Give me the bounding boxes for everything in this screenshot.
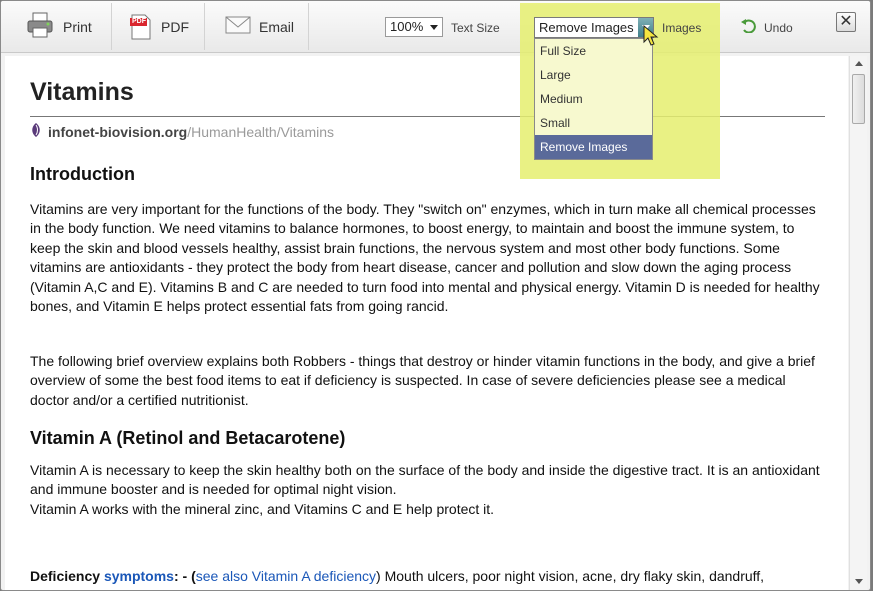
chevron-down-icon [430, 25, 438, 30]
printer-icon [25, 10, 55, 43]
vitamin-a-line-1: Vitamin A is necessary to keep the skin … [30, 462, 820, 498]
intro-paragraph-1: Vitamins are very important for the func… [30, 201, 820, 315]
print-label: Print [63, 18, 92, 35]
pdf-label: PDF [161, 18, 189, 35]
vitamin-a-paragraph: Vitamin A is necessary to keep the skin … [30, 461, 825, 519]
vitamin-a-line-2: Vitamin A works with the mineral zinc, a… [30, 500, 495, 517]
source-path: /HumanHealth/Vitamins [187, 123, 335, 140]
zoom-select[interactable]: 100% [385, 17, 443, 37]
email-label: Email [259, 18, 295, 35]
mouse-cursor-icon [643, 24, 659, 52]
deficiency-label: Deficiency [30, 568, 101, 584]
deficiency-separator: : - ( [173, 568, 196, 584]
images-label: Images [662, 21, 702, 35]
print-preview-window: Print PDF PDF Email 100% Text Size Undo … [0, 0, 871, 591]
print-button[interactable]: Print [17, 1, 113, 52]
option-small[interactable]: Small [535, 111, 652, 135]
article-content: Vitamins infonet-biovision.org /HumanHea… [5, 56, 848, 590]
source-domain: infonet-biovision.org [48, 123, 188, 140]
toolbar: Print PDF PDF Email 100% Text Size Undo … [1, 1, 870, 53]
close-button[interactable]: ✕ [836, 12, 856, 32]
images-dropdown: Full Size Large Medium Small Remove Imag… [534, 38, 653, 160]
scroll-up-icon[interactable] [855, 61, 863, 66]
pdf-icon: PDF [129, 14, 153, 40]
close-icon: ✕ [839, 13, 853, 30]
deficiency-text: ) Mouth ulcers, poor night vision, acne,… [376, 568, 765, 584]
option-large[interactable]: Large [535, 63, 652, 87]
scroll-down-icon[interactable] [855, 579, 863, 584]
site-logo-icon [30, 123, 42, 140]
pdf-button[interactable]: PDF PDF [121, 1, 203, 52]
option-medium[interactable]: Medium [535, 87, 652, 111]
see-also-link[interactable]: see also Vitamin A deficiency [196, 568, 376, 584]
vitamin-a-heading: Vitamin A (Retinol and Betacarotene) [30, 428, 346, 448]
undo-button[interactable]: Undo [740, 19, 793, 36]
option-full-size[interactable]: Full Size [535, 39, 652, 63]
toolbar-divider [308, 3, 309, 50]
toolbar-divider [204, 3, 205, 50]
pdf-icon-text: PDF [132, 17, 146, 25]
undo-icon [740, 19, 756, 36]
page-title: Vitamins [30, 78, 134, 106]
envelope-icon [225, 15, 251, 38]
source-url: infonet-biovision.org /HumanHealth/Vitam… [30, 123, 334, 140]
option-remove-images[interactable]: Remove Images [535, 135, 652, 159]
symptoms-link[interactable]: symptoms [104, 568, 174, 584]
email-button[interactable]: Email [217, 1, 307, 52]
deficiency-paragraph: Deficiency symptoms: - (see also Vitamin… [30, 567, 825, 586]
vertical-scrollbar[interactable] [849, 56, 867, 590]
zoom-value: 100% [390, 19, 424, 34]
intro-heading: Introduction [30, 164, 135, 184]
images-select[interactable]: Remove Images [534, 17, 654, 38]
images-select-value: Remove Images [539, 20, 634, 35]
toolbar-divider [111, 3, 112, 50]
text-size-label: Text Size [451, 21, 500, 35]
scroll-thumb[interactable] [852, 74, 865, 124]
undo-label: Undo [764, 20, 793, 35]
intro-paragraph-2: The following brief overview explains bo… [30, 353, 815, 408]
